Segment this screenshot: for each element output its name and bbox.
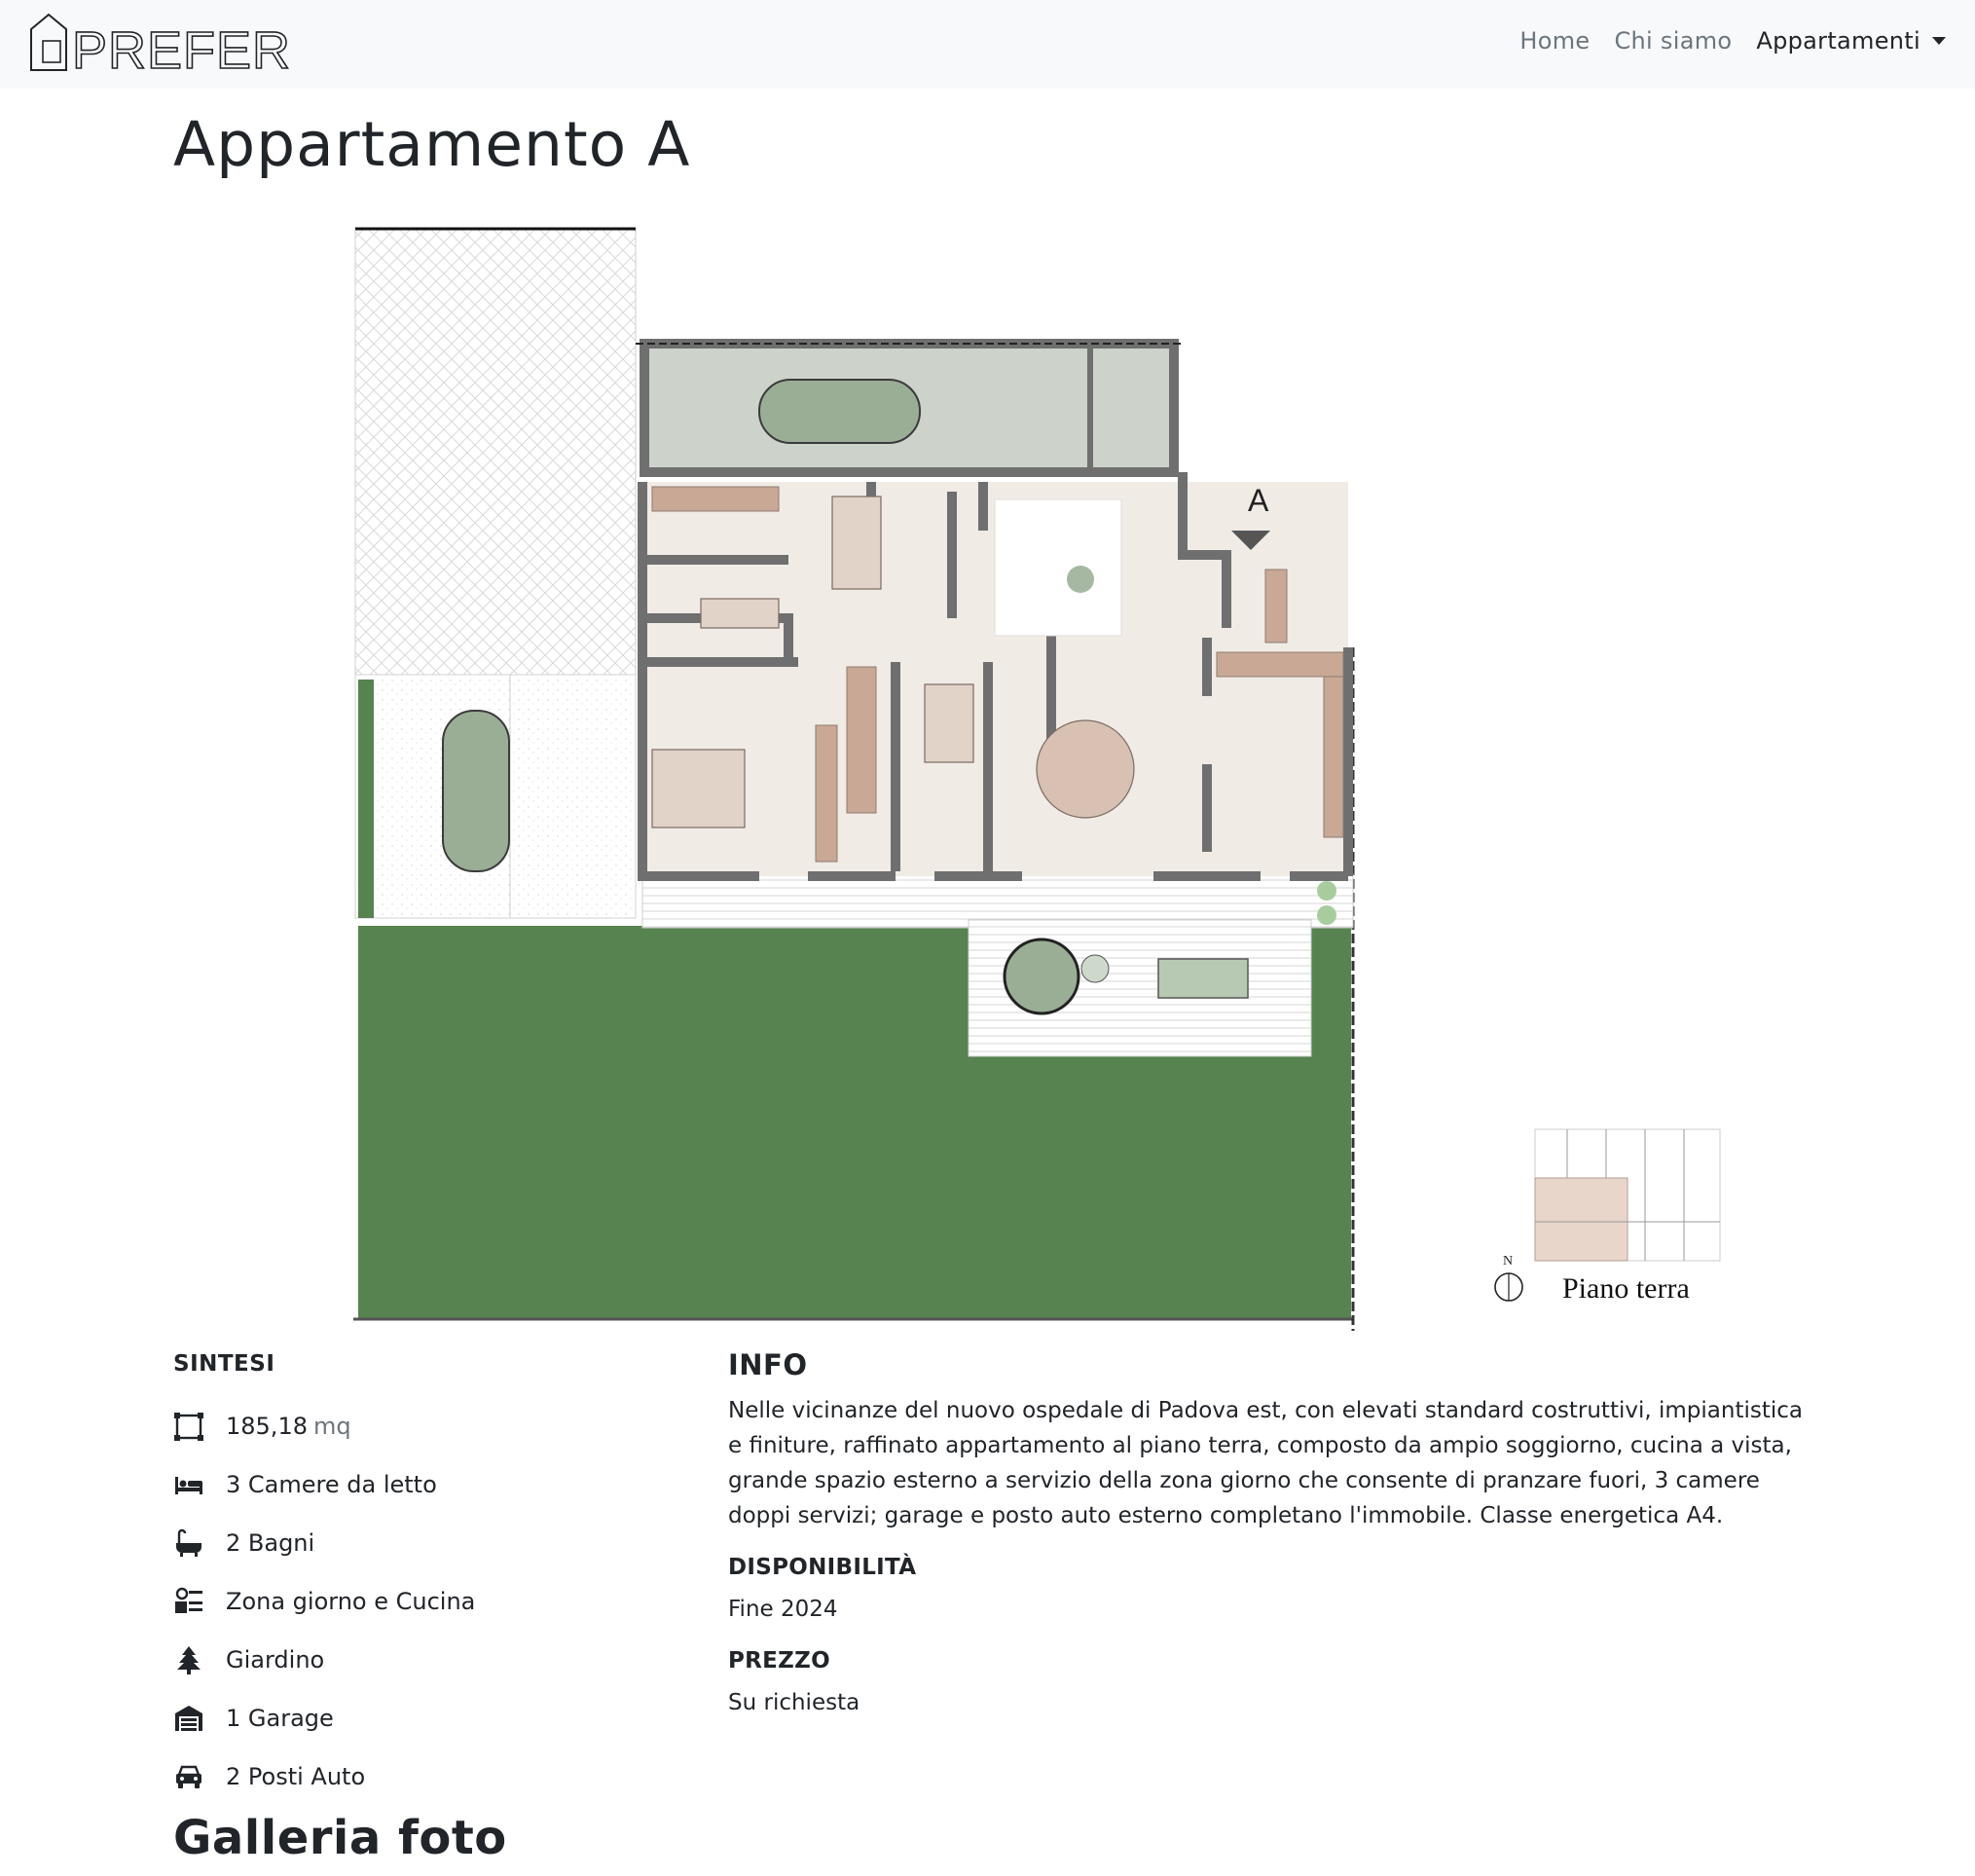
floor-plan-image: A N Piano terra xyxy=(353,227,1721,1331)
info-description: Nelle vicinanze del nuovo ospedale di Pa… xyxy=(728,1398,1803,1528)
main-nav: Home Chi siamo Appartamenti xyxy=(1519,27,1946,55)
bath-icon xyxy=(176,1528,201,1557)
area-icon xyxy=(174,1413,203,1441)
feature-living: Zona giorno e Cucina xyxy=(173,1572,475,1631)
area-unit: mq xyxy=(312,1413,351,1440)
garden-label: Giardino xyxy=(226,1646,325,1674)
sintesi-heading: SINTESI xyxy=(173,1351,275,1377)
availability-heading: DISPONIBILITÀ xyxy=(728,1555,917,1580)
garage-label: 1 Garage xyxy=(226,1705,334,1732)
living-label: Zona giorno e Cucina xyxy=(226,1588,476,1615)
brand-logo-text: PREFER xyxy=(72,21,291,72)
parking-label: 2 Posti Auto xyxy=(226,1763,366,1790)
feature-garden: Giardino xyxy=(173,1631,475,1689)
navbar: PREFER Home Chi siamo Appartamenti xyxy=(0,0,1975,89)
nav-apartments-dropdown[interactable]: Appartamenti xyxy=(1756,27,1946,55)
nav-apartments-label: Appartamenti xyxy=(1756,27,1920,55)
nav-about-link[interactable]: Chi siamo xyxy=(1614,27,1732,55)
north-label: N xyxy=(1503,1254,1513,1269)
feature-list: 185,18 mq 3 Camere da letto 2 Bagni Zona… xyxy=(173,1397,475,1806)
feature-parking: 2 Posti Auto xyxy=(173,1747,475,1806)
nav-home-link[interactable]: Home xyxy=(1519,27,1590,55)
area-value: 185,18 xyxy=(226,1413,308,1440)
section-marker-label: A xyxy=(1248,483,1269,518)
feature-bedrooms: 3 Camere da letto xyxy=(173,1455,475,1514)
info-section: INFO Nelle vicinanze del nuovo ospedale … xyxy=(728,1348,1818,1720)
floor-label: Piano terra xyxy=(1562,1272,1690,1305)
page-title: Appartamento A xyxy=(173,109,691,180)
price-value: Su richiesta xyxy=(728,1690,860,1715)
kitchen-icon xyxy=(175,1587,202,1613)
gallery-heading: Galleria foto xyxy=(173,1811,507,1865)
bedrooms-label: 3 Camere da letto xyxy=(226,1471,437,1498)
tree-icon xyxy=(177,1646,201,1674)
brand-logo[interactable]: PREFER xyxy=(29,12,292,72)
feature-area: 185,18 mq xyxy=(173,1397,475,1455)
bed-icon xyxy=(175,1477,202,1494)
garage-icon xyxy=(175,1706,202,1731)
bathrooms-label: 2 Bagni xyxy=(226,1529,315,1557)
info-heading: INFO xyxy=(728,1348,808,1381)
availability-value: Fine 2024 xyxy=(728,1597,838,1622)
price-heading: PREZZO xyxy=(728,1648,830,1674)
feature-bathrooms: 2 Bagni xyxy=(173,1514,475,1572)
chevron-down-icon xyxy=(1932,37,1946,45)
car-icon xyxy=(176,1765,201,1788)
feature-garage: 1 Garage xyxy=(173,1689,475,1747)
